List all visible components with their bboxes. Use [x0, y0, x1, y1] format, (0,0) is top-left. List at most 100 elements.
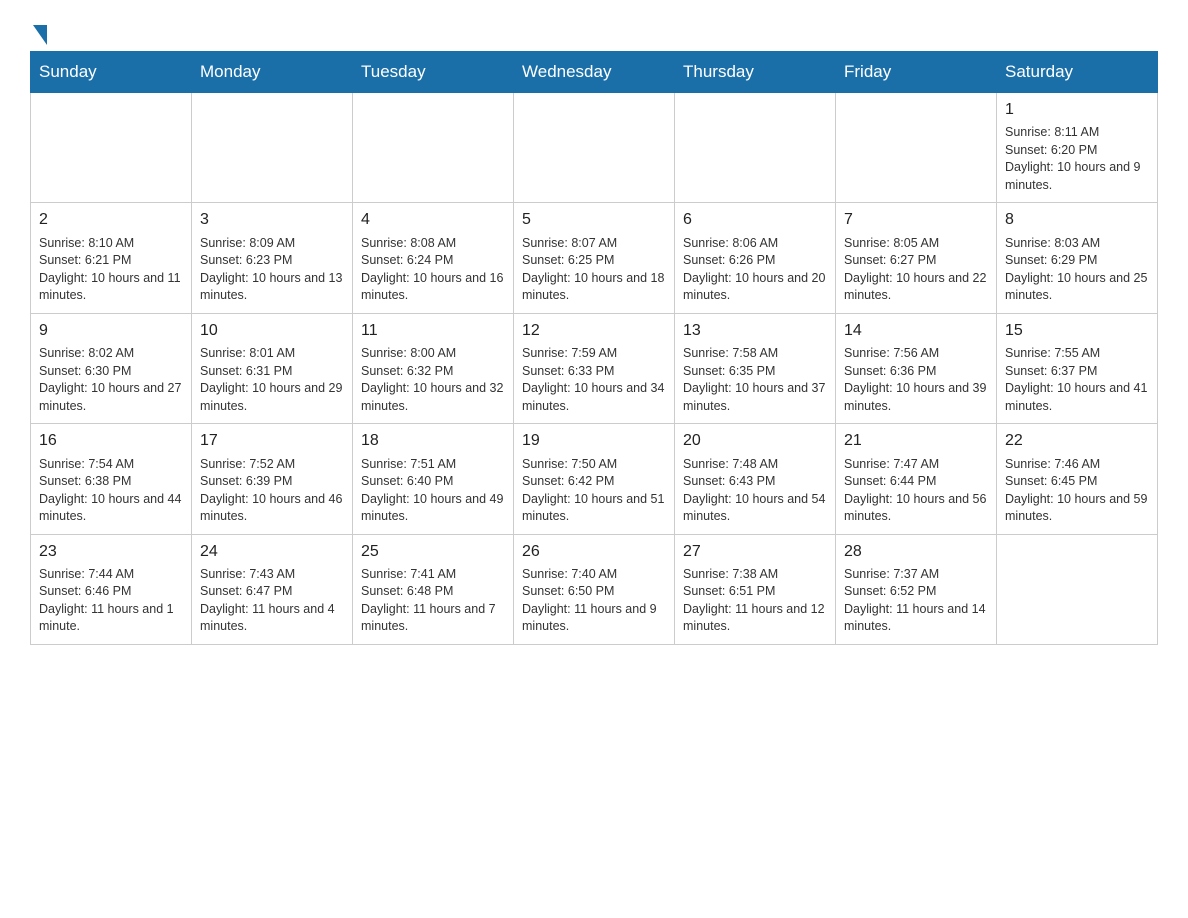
calendar-cell: 28 Sunrise: 7:37 AMSunset: 6:52 PMDayligh…	[836, 534, 997, 644]
calendar-cell	[675, 93, 836, 203]
day-info: Sunrise: 7:58 AMSunset: 6:35 PMDaylight:…	[683, 345, 827, 415]
calendar-cell: 21 Sunrise: 7:47 AMSunset: 6:44 PMDayligh…	[836, 424, 997, 534]
day-info: Sunrise: 8:03 AMSunset: 6:29 PMDaylight:…	[1005, 235, 1149, 305]
day-number: 10	[200, 320, 344, 342]
page-header	[30, 20, 1158, 41]
logo	[30, 20, 47, 41]
day-number: 15	[1005, 320, 1149, 342]
day-number: 28	[844, 541, 988, 563]
day-info: Sunrise: 7:59 AMSunset: 6:33 PMDaylight:…	[522, 345, 666, 415]
day-number: 12	[522, 320, 666, 342]
calendar-week-row: 16 Sunrise: 7:54 AMSunset: 6:38 PMDayligh…	[31, 424, 1158, 534]
calendar-cell: 9Sunrise: 8:02 AMSunset: 6:30 PMDaylight…	[31, 313, 192, 423]
day-info: Sunrise: 7:46 AMSunset: 6:45 PMDaylight:…	[1005, 456, 1149, 526]
day-number: 27	[683, 541, 827, 563]
day-info: Sunrise: 8:11 AMSunset: 6:20 PMDaylight:…	[1005, 124, 1149, 194]
calendar-week-row: 1 Sunrise: 8:11 AMSunset: 6:20 PMDaylight…	[31, 93, 1158, 203]
day-info: Sunrise: 7:51 AMSunset: 6:40 PMDaylight:…	[361, 456, 505, 526]
day-number: 4	[361, 209, 505, 231]
weekday-header-tuesday: Tuesday	[353, 52, 514, 93]
day-number: 13	[683, 320, 827, 342]
calendar-cell	[31, 93, 192, 203]
calendar-cell	[997, 534, 1158, 644]
day-info: Sunrise: 7:50 AMSunset: 6:42 PMDaylight:…	[522, 456, 666, 526]
calendar-cell: 11Sunrise: 8:00 AMSunset: 6:32 PMDayligh…	[353, 313, 514, 423]
calendar-cell: 8 Sunrise: 8:03 AMSunset: 6:29 PMDaylight…	[997, 203, 1158, 313]
day-number: 8	[1005, 209, 1149, 231]
day-info: Sunrise: 8:02 AMSunset: 6:30 PMDaylight:…	[39, 345, 183, 415]
day-info: Sunrise: 8:08 AMSunset: 6:24 PMDaylight:…	[361, 235, 505, 305]
weekday-header-row: SundayMondayTuesdayWednesdayThursdayFrid…	[31, 52, 1158, 93]
calendar-week-row: 9Sunrise: 8:02 AMSunset: 6:30 PMDaylight…	[31, 313, 1158, 423]
calendar-cell: 3 Sunrise: 8:09 AMSunset: 6:23 PMDaylight…	[192, 203, 353, 313]
day-info: Sunrise: 7:40 AMSunset: 6:50 PMDaylight:…	[522, 566, 666, 636]
day-info: Sunrise: 7:52 AMSunset: 6:39 PMDaylight:…	[200, 456, 344, 526]
calendar-cell: 10 Sunrise: 8:01 AMSunset: 6:31 PMDayligh…	[192, 313, 353, 423]
calendar-cell: 18 Sunrise: 7:51 AMSunset: 6:40 PMDayligh…	[353, 424, 514, 534]
day-info: Sunrise: 7:43 AMSunset: 6:47 PMDaylight:…	[200, 566, 344, 636]
day-number: 20	[683, 430, 827, 452]
day-info: Sunrise: 7:44 AMSunset: 6:46 PMDaylight:…	[39, 566, 183, 636]
day-number: 24	[200, 541, 344, 563]
day-number: 5	[522, 209, 666, 231]
calendar-cell: 22 Sunrise: 7:46 AMSunset: 6:45 PMDayligh…	[997, 424, 1158, 534]
calendar-cell: 24 Sunrise: 7:43 AMSunset: 6:47 PMDayligh…	[192, 534, 353, 644]
calendar-cell	[514, 93, 675, 203]
calendar-cell: 5 Sunrise: 8:07 AMSunset: 6:25 PMDaylight…	[514, 203, 675, 313]
day-number: 22	[1005, 430, 1149, 452]
calendar-cell: 4 Sunrise: 8:08 AMSunset: 6:24 PMDaylight…	[353, 203, 514, 313]
calendar-cell: 14 Sunrise: 7:56 AMSunset: 6:36 PMDayligh…	[836, 313, 997, 423]
day-info: Sunrise: 7:56 AMSunset: 6:36 PMDaylight:…	[844, 345, 988, 415]
day-info: Sunrise: 8:06 AMSunset: 6:26 PMDaylight:…	[683, 235, 827, 305]
weekday-header-sunday: Sunday	[31, 52, 192, 93]
calendar-cell: 7Sunrise: 8:05 AMSunset: 6:27 PMDaylight…	[836, 203, 997, 313]
day-info: Sunrise: 7:47 AMSunset: 6:44 PMDaylight:…	[844, 456, 988, 526]
day-info: Sunrise: 7:38 AMSunset: 6:51 PMDaylight:…	[683, 566, 827, 636]
day-info: Sunrise: 7:55 AMSunset: 6:37 PMDaylight:…	[1005, 345, 1149, 415]
calendar-cell: 25Sunrise: 7:41 AMSunset: 6:48 PMDayligh…	[353, 534, 514, 644]
calendar-cell: 20 Sunrise: 7:48 AMSunset: 6:43 PMDayligh…	[675, 424, 836, 534]
day-number: 17	[200, 430, 344, 452]
day-info: Sunrise: 8:01 AMSunset: 6:31 PMDaylight:…	[200, 345, 344, 415]
day-number: 19	[522, 430, 666, 452]
calendar-cell: 13 Sunrise: 7:58 AMSunset: 6:35 PMDayligh…	[675, 313, 836, 423]
day-number: 1	[1005, 99, 1149, 121]
day-info: Sunrise: 8:07 AMSunset: 6:25 PMDaylight:…	[522, 235, 666, 305]
day-number: 2	[39, 209, 183, 231]
day-info: Sunrise: 7:48 AMSunset: 6:43 PMDaylight:…	[683, 456, 827, 526]
day-number: 3	[200, 209, 344, 231]
weekday-header-thursday: Thursday	[675, 52, 836, 93]
day-number: 7	[844, 209, 988, 231]
calendar-cell: 27 Sunrise: 7:38 AMSunset: 6:51 PMDayligh…	[675, 534, 836, 644]
calendar-cell: 17 Sunrise: 7:52 AMSunset: 6:39 PMDayligh…	[192, 424, 353, 534]
day-number: 18	[361, 430, 505, 452]
day-info: Sunrise: 8:09 AMSunset: 6:23 PMDaylight:…	[200, 235, 344, 305]
weekday-header-wednesday: Wednesday	[514, 52, 675, 93]
calendar-cell: 1 Sunrise: 8:11 AMSunset: 6:20 PMDaylight…	[997, 93, 1158, 203]
calendar-cell: 12 Sunrise: 7:59 AMSunset: 6:33 PMDayligh…	[514, 313, 675, 423]
weekday-header-saturday: Saturday	[997, 52, 1158, 93]
day-info: Sunrise: 8:10 AMSunset: 6:21 PMDaylight:…	[39, 235, 183, 305]
weekday-header-monday: Monday	[192, 52, 353, 93]
day-number: 23	[39, 541, 183, 563]
day-info: Sunrise: 7:54 AMSunset: 6:38 PMDaylight:…	[39, 456, 183, 526]
calendar-cell: 19 Sunrise: 7:50 AMSunset: 6:42 PMDayligh…	[514, 424, 675, 534]
calendar-cell	[836, 93, 997, 203]
calendar-week-row: 23 Sunrise: 7:44 AMSunset: 6:46 PMDayligh…	[31, 534, 1158, 644]
day-number: 14	[844, 320, 988, 342]
calendar-cell: 16 Sunrise: 7:54 AMSunset: 6:38 PMDayligh…	[31, 424, 192, 534]
calendar-week-row: 2 Sunrise: 8:10 AMSunset: 6:21 PMDaylight…	[31, 203, 1158, 313]
calendar-cell: 23 Sunrise: 7:44 AMSunset: 6:46 PMDayligh…	[31, 534, 192, 644]
day-number: 16	[39, 430, 183, 452]
calendar-table: SundayMondayTuesdayWednesdayThursdayFrid…	[30, 51, 1158, 645]
day-number: 25	[361, 541, 505, 563]
day-number: 21	[844, 430, 988, 452]
day-number: 6	[683, 209, 827, 231]
day-number: 26	[522, 541, 666, 563]
day-info: Sunrise: 8:00 AMSunset: 6:32 PMDaylight:…	[361, 345, 505, 415]
calendar-cell	[353, 93, 514, 203]
calendar-cell: 2 Sunrise: 8:10 AMSunset: 6:21 PMDaylight…	[31, 203, 192, 313]
calendar-cell: 15 Sunrise: 7:55 AMSunset: 6:37 PMDayligh…	[997, 313, 1158, 423]
day-info: Sunrise: 7:37 AMSunset: 6:52 PMDaylight:…	[844, 566, 988, 636]
calendar-cell: 26 Sunrise: 7:40 AMSunset: 6:50 PMDayligh…	[514, 534, 675, 644]
